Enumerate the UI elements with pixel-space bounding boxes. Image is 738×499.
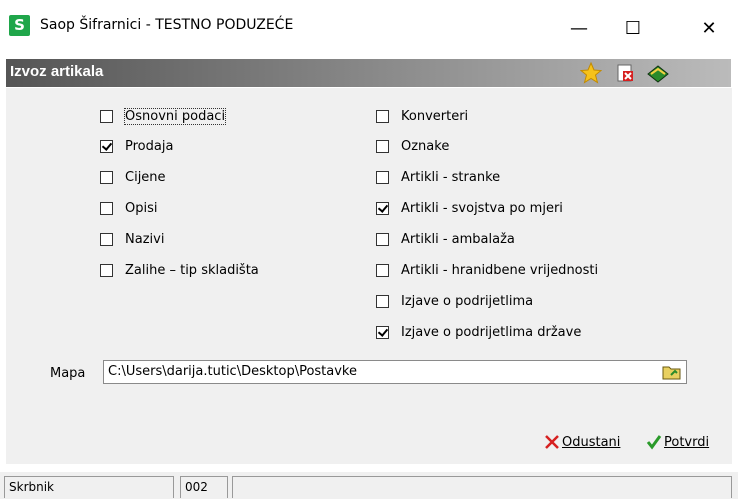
checkbox-oznake[interactable]: Oznake bbox=[376, 139, 449, 154]
checkbox-cijene[interactable]: Cijene bbox=[100, 170, 166, 185]
checkbox-label: Nazivi bbox=[125, 232, 165, 247]
status-code: 002 bbox=[180, 476, 228, 498]
checkbox-nazivi[interactable]: Nazivi bbox=[100, 232, 164, 247]
checkbox-artikli-ambalaza[interactable]: Artikli - ambalaža bbox=[376, 232, 515, 247]
checkbox-label: Opisi bbox=[125, 201, 158, 216]
checkbox-label: Osnovni podaci bbox=[123, 108, 227, 125]
checkbox-opisi[interactable]: Opisi bbox=[100, 201, 157, 216]
checkbox-osnovni-podaci[interactable]: Osnovni podaci bbox=[100, 108, 227, 125]
checkbox-box[interactable] bbox=[100, 171, 113, 184]
checkbox-izjave-drzave[interactable]: Izjave o podrijetlima države bbox=[376, 325, 581, 340]
close-button[interactable]: ✕ bbox=[686, 8, 732, 48]
status-user: Skrbnik bbox=[4, 476, 174, 498]
checkbox-box[interactable] bbox=[376, 110, 389, 123]
checkbox-label: Izjave o podrijetlima bbox=[401, 294, 534, 309]
confirm-button[interactable]: Potvrdi bbox=[646, 434, 709, 450]
export-options-panel: Osnovni podaci Prodaja Cijene Opisi Nazi… bbox=[6, 88, 732, 418]
page-title: Izvoz artikala bbox=[10, 63, 104, 80]
checkbox-box[interactable] bbox=[376, 326, 389, 339]
checkbox-label: Artikli - svojstva po mjeri bbox=[401, 201, 563, 216]
checkbox-label: Artikli - hranidbene vrijednosti bbox=[401, 263, 599, 278]
window-title: Saop Šifrarnici - TESTNO PODUZEĆE bbox=[40, 17, 294, 33]
book-icon[interactable] bbox=[646, 62, 669, 84]
checkbox-box[interactable] bbox=[376, 295, 389, 308]
checkbox-box[interactable] bbox=[376, 140, 389, 153]
delete-icon[interactable] bbox=[614, 62, 636, 84]
maximize-button[interactable]: ☐ bbox=[610, 8, 656, 48]
app-icon: S bbox=[9, 15, 30, 36]
checkbox-label: Artikli - ambalaža bbox=[401, 232, 515, 247]
star-icon[interactable] bbox=[579, 61, 603, 84]
cancel-button[interactable]: Odustani bbox=[544, 434, 620, 450]
checkbox-artikli-hranidbene[interactable]: Artikli - hranidbene vrijednosti bbox=[376, 263, 598, 278]
checkbox-izjave[interactable]: Izjave o podrijetlima bbox=[376, 294, 533, 309]
checkbox-label: Cijene bbox=[125, 170, 166, 185]
folder-path-input[interactable]: C:\Users\darija.tutic\Desktop\Postavke bbox=[103, 360, 687, 384]
checkbox-zalihe[interactable]: Zalihe – tip skladišta bbox=[100, 263, 259, 278]
confirm-label: Potvrdi bbox=[664, 434, 710, 450]
dialog-footer: Odustani Potvrdi bbox=[6, 418, 732, 464]
status-empty-cell bbox=[232, 476, 732, 498]
folder-path-value: C:\Users\darija.tutic\Desktop\Postavke bbox=[108, 364, 357, 379]
checkbox-label: Oznake bbox=[401, 139, 450, 154]
checkbox-box[interactable] bbox=[376, 233, 389, 246]
checkbox-label: Prodaja bbox=[125, 139, 174, 154]
title-bar: S Saop Šifrarnici - TESTNO PODUZEĆE — ☐ … bbox=[0, 0, 738, 56]
checkbox-box[interactable] bbox=[100, 264, 113, 277]
checkbox-box[interactable] bbox=[100, 202, 113, 215]
checkbox-artikli-svojstva[interactable]: Artikli - svojstva po mjeri bbox=[376, 201, 563, 216]
checkbox-label: Artikli - stranke bbox=[401, 170, 501, 185]
checkbox-box[interactable] bbox=[376, 202, 389, 215]
checkbox-label: Izjave o podrijetlima države bbox=[401, 325, 582, 340]
mapa-label: Mapa bbox=[50, 366, 86, 381]
checkbox-box[interactable] bbox=[100, 110, 113, 123]
checkbox-box[interactable] bbox=[100, 140, 113, 153]
check-icon bbox=[646, 435, 662, 450]
cancel-icon bbox=[545, 435, 559, 449]
checkbox-prodaja[interactable]: Prodaja bbox=[100, 139, 173, 154]
checkbox-box[interactable] bbox=[100, 233, 113, 246]
checkbox-artikli-stranke[interactable]: Artikli - stranke bbox=[376, 170, 500, 185]
browse-folder-icon[interactable] bbox=[662, 363, 682, 381]
cancel-label: Odustani bbox=[562, 434, 621, 450]
checkbox-label: Zalihe – tip skladišta bbox=[125, 263, 259, 278]
checkbox-box[interactable] bbox=[376, 171, 389, 184]
header-banner: Izvoz artikala bbox=[6, 59, 731, 87]
minimize-button[interactable]: — bbox=[556, 8, 602, 48]
checkbox-konverteri[interactable]: Konverteri bbox=[376, 109, 468, 124]
status-bar: Skrbnik 002 bbox=[0, 472, 738, 499]
checkbox-label: Konverteri bbox=[401, 109, 469, 124]
checkbox-box[interactable] bbox=[376, 264, 389, 277]
